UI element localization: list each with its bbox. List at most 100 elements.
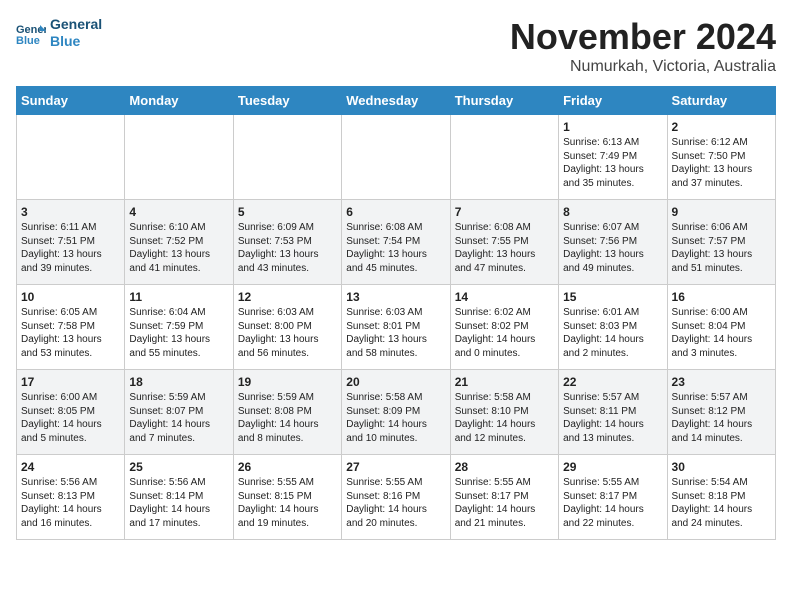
calendar-cell: 13Sunrise: 6:03 AM Sunset: 8:01 PM Dayli… [342, 285, 450, 370]
week-row-3: 10 Sunrise: 6:05 AM Sunset: 7:58 PM Dayli… [17, 285, 776, 370]
calendar-cell: 8 Sunrise: 6:07 AM Sunset: 7:56 PM Daylig… [559, 200, 667, 285]
calendar-cell: 16 Sunrise: 6:00 AM Sunset: 8:04 PM Dayli… [667, 285, 775, 370]
day-number: 1 [563, 120, 662, 134]
calendar-cell: 18 Sunrise: 5:59 AM Sunset: 8:07 PM Dayli… [125, 370, 233, 455]
calendar-cell [233, 115, 341, 200]
week-row-5: 24Sunrise: 5:56 AM Sunset: 8:13 PM Dayli… [17, 455, 776, 540]
day-number: 9 [672, 205, 771, 219]
calendar-cell: 5 Sunrise: 6:09 AM Sunset: 7:53 PM Daylig… [233, 200, 341, 285]
week-row-2: 3Sunrise: 6:11 AM Sunset: 7:51 PM Daylig… [17, 200, 776, 285]
cell-content: Sunrise: 5:58 AM Sunset: 8:10 PM Dayligh… [455, 391, 554, 445]
cell-content: Sunrise: 6:03 AM Sunset: 8:00 PM Dayligh… [238, 306, 337, 360]
calendar-cell: 3Sunrise: 6:11 AM Sunset: 7:51 PM Daylig… [17, 200, 125, 285]
cell-content: Sunrise: 5:55 AM Sunset: 8:17 PM Dayligh… [455, 476, 554, 530]
header-sunday: Sunday [17, 87, 125, 115]
day-number: 8 [563, 205, 662, 219]
day-number: 3 [21, 205, 120, 219]
cell-content: Sunrise: 5:55 AM Sunset: 8:17 PM Dayligh… [563, 476, 662, 530]
day-number: 26 [238, 460, 337, 474]
cell-content: Sunrise: 6:10 AM Sunset: 7:52 PM Dayligh… [129, 221, 228, 275]
cell-content: Sunrise: 5:54 AM Sunset: 8:18 PM Dayligh… [672, 476, 771, 530]
calendar-cell: 30 Sunrise: 5:54 AM Sunset: 8:18 PM Dayli… [667, 455, 775, 540]
calendar-cell [17, 115, 125, 200]
day-number: 27 [346, 460, 445, 474]
cell-content: Sunrise: 5:55 AM Sunset: 8:16 PM Dayligh… [346, 476, 445, 530]
cell-content: Sunrise: 6:09 AM Sunset: 7:53 PM Dayligh… [238, 221, 337, 275]
cell-content: Sunrise: 6:07 AM Sunset: 7:56 PM Dayligh… [563, 221, 662, 275]
subtitle: Numurkah, Victoria, Australia [510, 58, 776, 76]
calendar-cell: 26 Sunrise: 5:55 AM Sunset: 8:15 PM Dayli… [233, 455, 341, 540]
title-area: November 2024 Numurkah, Victoria, Austra… [510, 16, 776, 76]
day-number: 4 [129, 205, 228, 219]
day-number: 7 [455, 205, 554, 219]
day-number: 24 [21, 460, 120, 474]
header-thursday: Thursday [450, 87, 558, 115]
day-number: 19 [238, 375, 337, 389]
calendar-cell: 1 Sunrise: 6:13 AM Sunset: 7:49 PM Daylig… [559, 115, 667, 200]
calendar-cell: 4 Sunrise: 6:10 AM Sunset: 7:52 PM Daylig… [125, 200, 233, 285]
calendar-cell: 2Sunrise: 6:12 AM Sunset: 7:50 PM Daylig… [667, 115, 775, 200]
day-number: 14 [455, 290, 554, 304]
calendar-cell: 9 Sunrise: 6:06 AM Sunset: 7:57 PM Daylig… [667, 200, 775, 285]
calendar-cell [125, 115, 233, 200]
calendar-table: SundayMondayTuesdayWednesdayThursdayFrid… [16, 86, 776, 540]
cell-content: Sunrise: 5:55 AM Sunset: 8:15 PM Dayligh… [238, 476, 337, 530]
day-number: 10 [21, 290, 120, 304]
calendar-cell: 19Sunrise: 5:59 AM Sunset: 8:08 PM Dayli… [233, 370, 341, 455]
cell-content: Sunrise: 6:06 AM Sunset: 7:57 PM Dayligh… [672, 221, 771, 275]
calendar-cell: 27 Sunrise: 5:55 AM Sunset: 8:16 PM Dayli… [342, 455, 450, 540]
cell-content: Sunrise: 6:00 AM Sunset: 8:04 PM Dayligh… [672, 306, 771, 360]
day-number: 21 [455, 375, 554, 389]
header-friday: Friday [559, 87, 667, 115]
main-title: November 2024 [510, 16, 776, 58]
calendar-cell: 12Sunrise: 6:03 AM Sunset: 8:00 PM Dayli… [233, 285, 341, 370]
cell-content: Sunrise: 6:05 AM Sunset: 7:58 PM Dayligh… [21, 306, 120, 360]
cell-content: Sunrise: 6:03 AM Sunset: 8:01 PM Dayligh… [346, 306, 445, 360]
calendar-cell: 23 Sunrise: 5:57 AM Sunset: 8:12 PM Dayli… [667, 370, 775, 455]
cell-content: Sunrise: 6:08 AM Sunset: 7:55 PM Dayligh… [455, 221, 554, 275]
calendar-cell [450, 115, 558, 200]
day-number: 23 [672, 375, 771, 389]
calendar-cell: 7 Sunrise: 6:08 AM Sunset: 7:55 PM Daylig… [450, 200, 558, 285]
day-number: 16 [672, 290, 771, 304]
logo: General Blue General Blue [16, 16, 102, 50]
cell-content: Sunrise: 6:08 AM Sunset: 7:54 PM Dayligh… [346, 221, 445, 275]
day-number: 20 [346, 375, 445, 389]
calendar-cell: 6 Sunrise: 6:08 AM Sunset: 7:54 PM Daylig… [342, 200, 450, 285]
week-row-1: 1 Sunrise: 6:13 AM Sunset: 7:49 PM Daylig… [17, 115, 776, 200]
day-number: 29 [563, 460, 662, 474]
cell-content: Sunrise: 5:56 AM Sunset: 8:14 PM Dayligh… [129, 476, 228, 530]
week-row-4: 17Sunrise: 6:00 AM Sunset: 8:05 PM Dayli… [17, 370, 776, 455]
day-number: 25 [129, 460, 228, 474]
cell-content: Sunrise: 5:59 AM Sunset: 8:07 PM Dayligh… [129, 391, 228, 445]
calendar-cell: 15 Sunrise: 6:01 AM Sunset: 8:03 PM Dayli… [559, 285, 667, 370]
cell-content: Sunrise: 5:57 AM Sunset: 8:12 PM Dayligh… [672, 391, 771, 445]
day-number: 28 [455, 460, 554, 474]
cell-content: Sunrise: 6:01 AM Sunset: 8:03 PM Dayligh… [563, 306, 662, 360]
header-saturday: Saturday [667, 87, 775, 115]
day-number: 18 [129, 375, 228, 389]
logo-icon: General Blue [16, 21, 46, 45]
day-number: 30 [672, 460, 771, 474]
day-number: 22 [563, 375, 662, 389]
header-wednesday: Wednesday [342, 87, 450, 115]
calendar-cell: 29 Sunrise: 5:55 AM Sunset: 8:17 PM Dayli… [559, 455, 667, 540]
day-number: 15 [563, 290, 662, 304]
day-number: 5 [238, 205, 337, 219]
calendar-cell: 21 Sunrise: 5:58 AM Sunset: 8:10 PM Dayli… [450, 370, 558, 455]
cell-content: Sunrise: 6:13 AM Sunset: 7:49 PM Dayligh… [563, 136, 662, 190]
calendar-cell: 28 Sunrise: 5:55 AM Sunset: 8:17 PM Dayli… [450, 455, 558, 540]
calendar-cell: 11Sunrise: 6:04 AM Sunset: 7:59 PM Dayli… [125, 285, 233, 370]
cell-content: Sunrise: 6:02 AM Sunset: 8:02 PM Dayligh… [455, 306, 554, 360]
calendar-cell: 14 Sunrise: 6:02 AM Sunset: 8:02 PM Dayli… [450, 285, 558, 370]
cell-content: Sunrise: 5:58 AM Sunset: 8:09 PM Dayligh… [346, 391, 445, 445]
calendar-cell: 20 Sunrise: 5:58 AM Sunset: 8:09 PM Dayli… [342, 370, 450, 455]
svg-text:Blue: Blue [16, 35, 40, 45]
calendar-cell: 25 Sunrise: 5:56 AM Sunset: 8:14 PM Dayli… [125, 455, 233, 540]
calendar-cell: 22 Sunrise: 5:57 AM Sunset: 8:11 PM Dayli… [559, 370, 667, 455]
cell-content: Sunrise: 5:57 AM Sunset: 8:11 PM Dayligh… [563, 391, 662, 445]
day-number: 6 [346, 205, 445, 219]
calendar-cell: 10 Sunrise: 6:05 AM Sunset: 7:58 PM Dayli… [17, 285, 125, 370]
calendar-cell: 24Sunrise: 5:56 AM Sunset: 8:13 PM Dayli… [17, 455, 125, 540]
cell-content: Sunrise: 6:12 AM Sunset: 7:50 PM Dayligh… [672, 136, 771, 190]
